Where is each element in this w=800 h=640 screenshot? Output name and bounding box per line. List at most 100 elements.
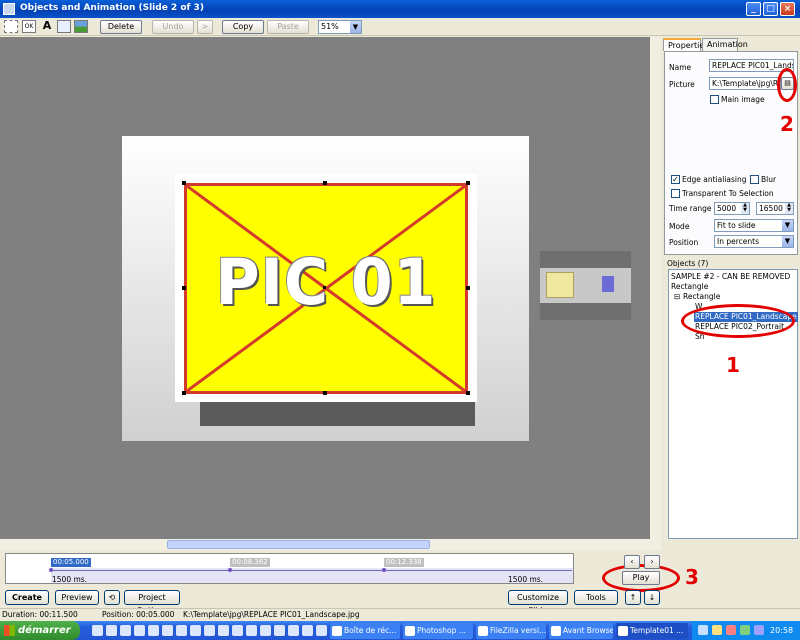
quicklaunch-icon[interactable] [246,625,257,636]
move-up-button[interactable]: ↑ [625,590,641,605]
zoom-select[interactable]: 51% ▼ [318,20,362,34]
mode-select[interactable]: Fit to slide ▼ [714,219,794,232]
position-select[interactable]: In percents ▼ [714,235,794,248]
tab-properties[interactable]: Properties [663,38,708,51]
time-range-label: Time range [669,204,712,213]
scrollbar-thumb[interactable] [167,540,430,549]
edge-antialiasing-checkbox[interactable]: ✓ [671,175,680,184]
time-end-value: 16500 [759,204,783,213]
copy-button[interactable]: Copy [222,20,264,34]
maximize-button[interactable]: □ [763,2,778,16]
preview-button[interactable]: Preview [55,590,99,605]
position-value: In percents [717,237,759,246]
tray-icon[interactable] [698,625,708,635]
quicklaunch-icon[interactable] [162,625,173,636]
quicklaunch-icon[interactable] [134,625,145,636]
move-down-button[interactable]: ↓ [644,590,660,605]
landscape-thumbnail[interactable] [546,272,574,298]
loop-button[interactable]: ⟲ [104,590,120,605]
quicklaunch-icon[interactable] [302,625,313,636]
chevron-down-icon: ▼ [350,21,361,33]
tray-icon[interactable] [754,625,764,635]
close-button[interactable]: × [780,2,795,16]
minimize-button[interactable]: _ [746,2,761,16]
time-start-value: 5000 [717,204,737,213]
selection-handle[interactable] [466,286,470,290]
taskbar-item-filezilla[interactable]: FileZilla versi... [476,623,546,639]
start-label: démarrer [18,625,71,636]
main-image-checkbox[interactable] [710,95,719,104]
selection-handle[interactable] [182,286,186,290]
chevron-left-icon: ‹ [630,557,634,566]
canvas-horizontal-scrollbar[interactable] [0,539,661,550]
delete-button[interactable]: Delete [100,20,142,34]
portrait-thumbnail[interactable] [602,276,614,292]
time-end-field[interactable]: 16500 ▲ ▼ [756,202,794,215]
blur-checkbox[interactable] [750,175,759,184]
quicklaunch-icon[interactable] [218,625,229,636]
selection-handle[interactable] [323,391,327,395]
tree-item[interactable]: Rectangle [683,292,720,302]
transparent-checkbox[interactable] [671,189,680,198]
picture-path-field[interactable]: K:\Template\jpg\REPLACE [709,77,781,90]
selection-handle[interactable] [182,391,186,395]
spinner-icon[interactable]: ▲ ▼ [785,203,793,214]
quicklaunch-icon[interactable] [190,625,201,636]
undo-button[interactable]: Undo [152,20,194,34]
tray-icon[interactable] [712,625,722,635]
taskbar-item-mail[interactable]: Boîte de réc... [330,623,400,639]
center-handle[interactable] [323,286,326,289]
selection-handle[interactable] [323,181,327,185]
customize-slide-button[interactable]: Customize Slide [508,590,568,615]
timeline-marker[interactable]: 00:12.338 [384,558,424,567]
clock[interactable]: 20:58 [770,621,793,640]
quicklaunch-icon[interactable] [288,625,299,636]
selection-handle[interactable] [466,181,470,185]
image-tool-icon[interactable] [74,20,88,33]
keyframe-dot[interactable] [49,568,53,572]
time-start-field[interactable]: 5000 ▲ ▼ [714,202,750,215]
ok-tool-icon[interactable]: OK [22,20,36,33]
taskbar-item-photoshop[interactable]: Photoshop ... [403,623,473,639]
tree-expander-icon[interactable]: ⊟ [674,292,680,302]
quicklaunch-icon[interactable] [106,625,117,636]
quicklaunch-icon[interactable] [92,625,103,636]
text-tool-icon[interactable]: A [40,20,54,33]
create-button[interactable]: Create [5,590,49,605]
quicklaunch-icon[interactable] [204,625,215,636]
selection-handle[interactable] [466,391,470,395]
canvas-vertical-scrollbar[interactable] [650,37,661,539]
quicklaunch-icon[interactable] [148,625,159,636]
redo-button[interactable]: > [197,20,213,34]
timeline-marker[interactable]: 00:08.362 [230,558,270,567]
tray-icon[interactable] [740,625,750,635]
rectangle-tool-icon[interactable] [57,20,71,33]
timeline-right-button[interactable]: › [644,555,660,569]
tray-icon[interactable] [726,625,736,635]
selection-handle[interactable] [182,181,186,185]
quicklaunch-icon[interactable] [260,625,271,636]
tree-item[interactable]: SAMPLE #2 - CAN BE REMOVED [671,272,790,282]
keyframe-dot[interactable] [382,568,386,572]
tab-animation[interactable]: Animation [702,38,748,51]
start-button[interactable]: démarrer [0,621,80,640]
project-options-button[interactable]: Project Options [124,590,180,615]
play-button[interactable]: Play [622,571,660,585]
quicklaunch-icon[interactable] [176,625,187,636]
timeline-left-button[interactable]: ‹ [624,555,640,569]
main-image-label: Main image [721,95,765,104]
timeline-marker[interactable]: 00:05.000 [51,558,91,567]
chevron-right-icon: › [650,557,654,566]
taskbar-item-browser[interactable]: Avant Browser [549,623,613,639]
select-tool-icon[interactable] [4,20,18,33]
quicklaunch-icon[interactable] [120,625,131,636]
quicklaunch-icon[interactable] [274,625,285,636]
tree-item[interactable]: Rectangle [671,282,708,292]
quicklaunch-icon[interactable] [316,625,327,636]
keyframe-dot[interactable] [228,568,232,572]
tools-button[interactable]: Tools [574,590,618,605]
taskbar-item-template[interactable]: Template01 ... [616,623,688,639]
spinner-icon[interactable]: ▲ ▼ [741,203,749,214]
quicklaunch-icon[interactable] [232,625,243,636]
paste-button[interactable]: Paste [267,20,309,34]
